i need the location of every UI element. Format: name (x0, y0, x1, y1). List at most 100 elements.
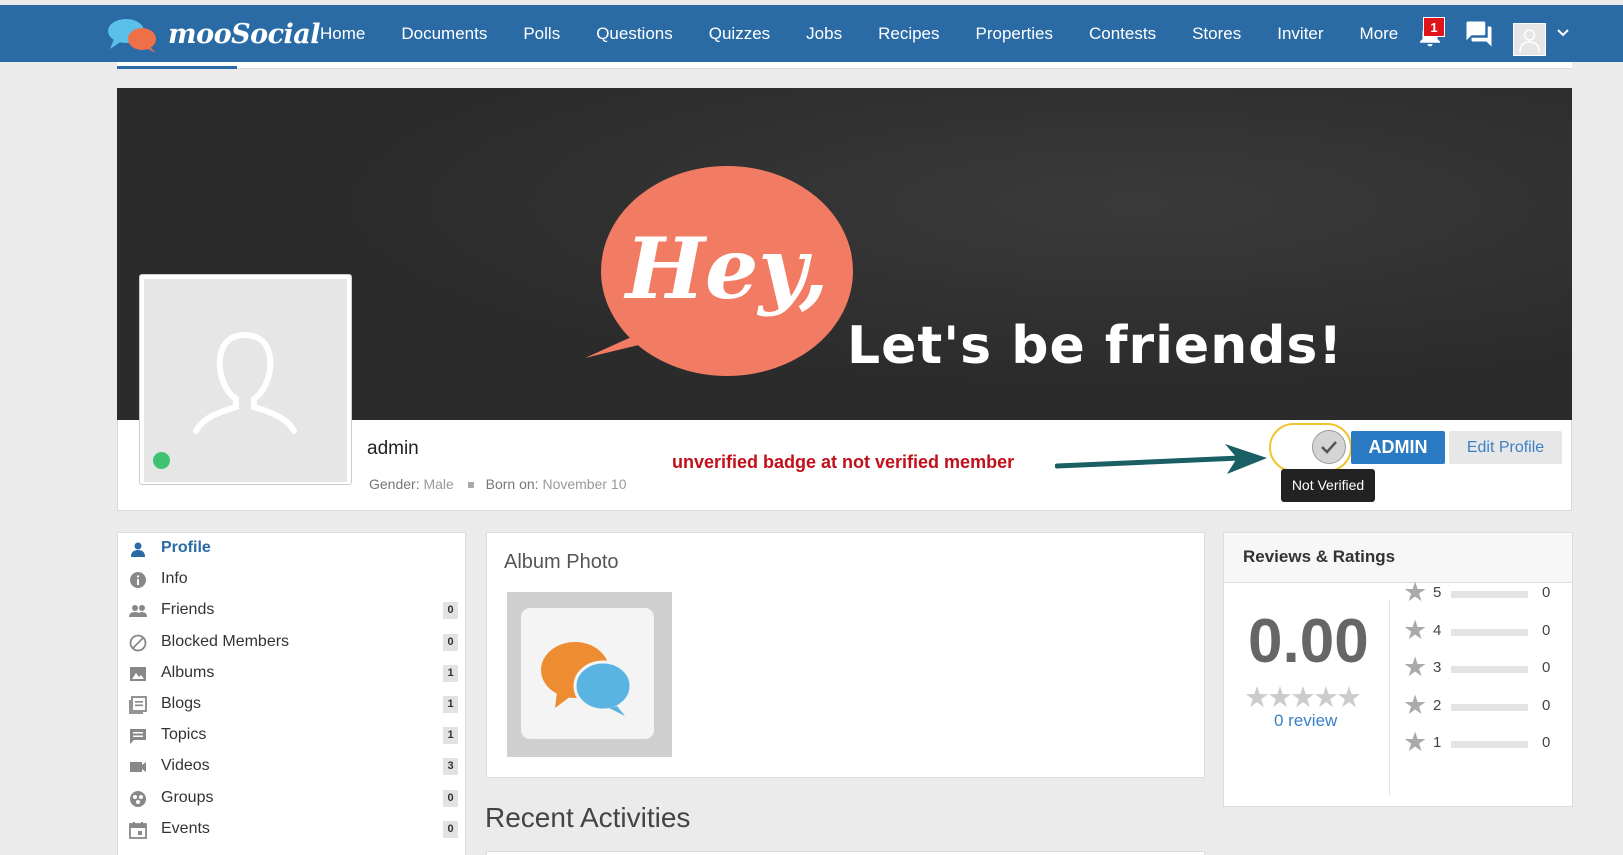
nav-item-contests[interactable]: Contests (1071, 5, 1174, 62)
star-icon: ★ (1403, 689, 1428, 720)
album-title: Album Photo (504, 551, 619, 573)
sidebar-item-label: Groups (161, 788, 214, 806)
nav-item-stores[interactable]: Stores (1174, 5, 1259, 62)
rating-count: 0 (1542, 696, 1551, 714)
nav-item-questions[interactable]: Questions (578, 5, 691, 62)
rating-stars-value: 3 (1433, 659, 1442, 676)
nav-item-more[interactable]: More (1342, 5, 1417, 62)
video-icon (130, 762, 146, 773)
top-navbar: mooSocial Home Documents Polls Questions Qui… (0, 5, 1623, 62)
sidebar-item-count: 1 (443, 664, 458, 682)
subnav-strip (117, 62, 1572, 69)
rating-stars-value: 1 (1433, 734, 1442, 751)
rating-bar (1451, 666, 1528, 673)
nav-item-jobs[interactable]: Jobs (788, 5, 860, 62)
chat-bubbles-icon (541, 642, 633, 716)
reviews-ratings-panel: Reviews & Ratings 0.00 ★★★★★ 0 review ★ 5… (1223, 532, 1573, 807)
sidebar-item-label: Info (161, 570, 188, 588)
rating-bar (1451, 741, 1528, 748)
sidebar-item-label: Blogs (161, 695, 202, 712)
score-stars-icon: ★★★★★ (1244, 682, 1362, 714)
info-icon (130, 572, 146, 589)
rating-count: 0 (1542, 734, 1551, 751)
sidebar-item-friends[interactable]: Friends 0 (118, 595, 467, 627)
annotation-text: unverified badge at not verified member (672, 452, 1015, 472)
notification-count-badge: 1 (1423, 17, 1445, 37)
avatar-placeholder (144, 279, 347, 482)
meta-separator (467, 481, 474, 488)
sidebar-item-label: Profile (161, 539, 211, 556)
moosocial-logo[interactable]: mooSocial (106, 17, 321, 55)
brand-name: mooSocial (168, 19, 321, 50)
chevron-down-icon[interactable] (1557, 28, 1569, 38)
album-photo-panel: Album Photo (486, 532, 1205, 778)
star-icon: ★ (1403, 727, 1428, 757)
profile-avatar[interactable] (139, 274, 352, 485)
sidebar-item-videos[interactable]: Videos 3 (118, 751, 467, 783)
group-icon (130, 790, 146, 807)
sidebar-item-label: Topics (161, 726, 207, 744)
nav-item-documents[interactable]: Documents (383, 5, 505, 62)
nav-item-quizzes[interactable]: Quizzes (691, 5, 788, 62)
sidebar-item-count: 1 (443, 696, 458, 713)
sidebar-item-count: 0 (443, 820, 458, 838)
sidebar-item-albums[interactable]: Albums 1 (118, 658, 467, 690)
sidebar-item-label: Albums (161, 663, 215, 681)
review-count-link[interactable]: 0 review (1274, 711, 1337, 731)
profile-username: admin (367, 438, 419, 459)
nav-item-inviter[interactable]: Inviter (1259, 5, 1341, 62)
blocked-icon (129, 634, 147, 651)
online-status-dot (153, 452, 170, 469)
gender-label: Gender: (369, 476, 420, 492)
album-tile (521, 608, 654, 739)
user-avatar-menu[interactable] (1513, 23, 1546, 56)
sidebar-item-count: 0 (443, 602, 458, 620)
profile-sidebar-menu: Profile Info Friends 0 Blocked Members 0 Album… (117, 532, 466, 855)
checkmark-icon (1321, 441, 1337, 454)
sidebar-item-profile[interactable]: Profile (118, 533, 467, 565)
album-thumbnail[interactable] (507, 592, 672, 757)
sidebar-item-label: Videos (161, 757, 210, 775)
image-icon (130, 666, 146, 681)
chat-bubbles-logo-icon (108, 19, 156, 53)
rating-count: 0 (1542, 659, 1551, 676)
rating-stars-value: 4 (1433, 621, 1442, 639)
star-icon: ★ (1403, 652, 1428, 682)
sidebar-item-count: 0 (443, 789, 458, 807)
rating-row: ★ 1 0 (1403, 727, 1568, 758)
sidebar-item-events[interactable]: Events 0 (118, 814, 467, 846)
sidebar-item-groups[interactable]: Groups 0 (118, 783, 467, 815)
rating-bar (1451, 703, 1528, 711)
recent-activities-panel (486, 851, 1205, 855)
user-icon (131, 542, 145, 557)
rating-count: 0 (1542, 621, 1551, 639)
rating-row: ★ 2 0 (1403, 689, 1568, 721)
calendar-icon (129, 821, 147, 839)
sidebar-item-count: 1 (443, 727, 458, 745)
born-label: Born on: (485, 476, 539, 492)
rating-bar (1451, 591, 1528, 598)
sidebar-item-topics[interactable]: Topics 1 (118, 720, 467, 752)
recent-activities-heading: Recent Activities (485, 802, 691, 833)
star-icon: ★ (1403, 577, 1428, 607)
default-avatar-icon (1519, 29, 1540, 53)
sidebar-item-info[interactable]: Info (118, 564, 467, 596)
sidebar-item-count: 0 (443, 633, 458, 651)
cover-headline: Let's be friends! (847, 316, 1344, 376)
admin-role-button[interactable]: ADMIN (1351, 431, 1445, 464)
born-value: November 10 (542, 476, 627, 492)
friends-icon (129, 605, 147, 618)
sidebar-item-label: Blocked Members (161, 632, 290, 650)
nav-item-recipes[interactable]: Recipes (860, 5, 957, 62)
unverified-badge[interactable] (1312, 430, 1346, 464)
messages-icon[interactable] (1464, 19, 1494, 49)
nav-item-home[interactable]: Home (302, 5, 383, 62)
sidebar-item-label: Events (161, 819, 210, 837)
average-score: 0.00 (1248, 607, 1369, 676)
nav-item-properties[interactable]: Properties (958, 5, 1071, 62)
nav-item-polls[interactable]: Polls (505, 5, 578, 62)
sidebar-item-blocked-members[interactable]: Blocked Members 0 (118, 627, 467, 659)
sidebar-item-blogs[interactable]: Blogs 1 (118, 689, 467, 721)
edit-profile-button[interactable]: Edit Profile (1449, 431, 1562, 464)
subnav-active-tab (117, 66, 237, 69)
